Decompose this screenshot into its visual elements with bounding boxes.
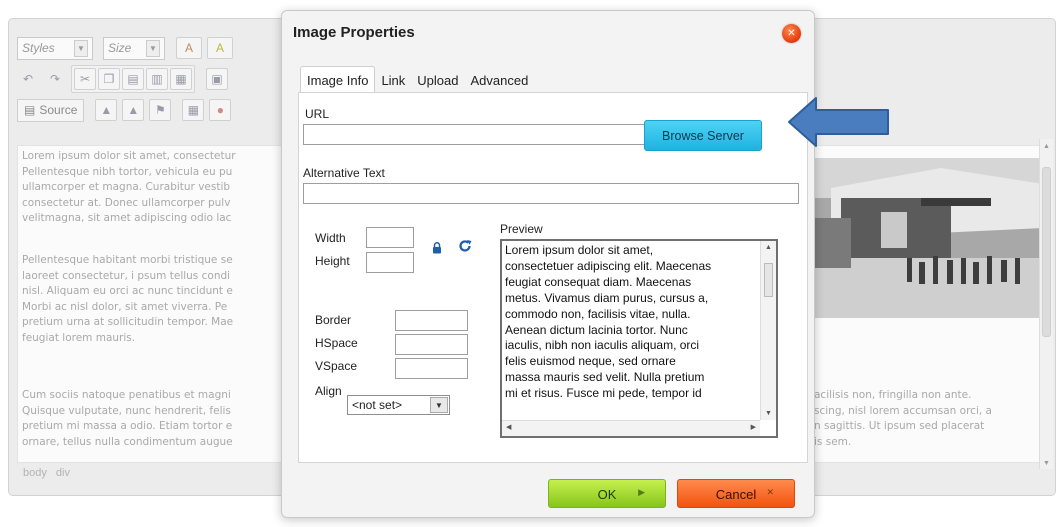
photo-scene-icon bbox=[811, 158, 1043, 318]
copy-icon[interactable]: ❐ bbox=[98, 68, 120, 90]
preview-text: Lorem ipsum dolor sit amet, consectetuer… bbox=[505, 243, 712, 401]
preview-label: Preview bbox=[500, 222, 543, 236]
hspace-input[interactable] bbox=[395, 334, 468, 355]
styles-combo[interactable]: Styles ▼ bbox=[17, 36, 93, 60]
close-icon: ✕ bbox=[766, 487, 774, 497]
cancel-button[interactable]: Cancel ✕ bbox=[677, 479, 795, 508]
chevron-down-icon: ▼ bbox=[74, 39, 88, 57]
border-label: Border bbox=[315, 313, 352, 327]
align-select-value: <not set> bbox=[352, 398, 403, 412]
clipboard-group: ✂ ❐ ▤ ▥ ▦ bbox=[71, 65, 195, 93]
paste-text-icon[interactable]: ▥ bbox=[146, 68, 168, 90]
scroll-left-icon[interactable]: ◀ bbox=[506, 423, 511, 431]
preview-vertical-scrollbar[interactable]: ▲ ▼ bbox=[760, 241, 776, 420]
scroll-up-icon[interactable]: ▲ bbox=[1043, 143, 1050, 150]
alternative-text-label: Alternative Text bbox=[303, 166, 385, 180]
text-color-icon[interactable]: A bbox=[176, 37, 202, 59]
smiley-icon[interactable]: ● bbox=[209, 99, 232, 121]
scroll-thumb[interactable] bbox=[764, 263, 773, 297]
browse-server-label: Browse Server bbox=[662, 128, 744, 143]
paste-icon[interactable]: ▤ bbox=[122, 68, 144, 90]
ok-button-label: OK bbox=[597, 487, 617, 502]
flag-icon[interactable]: ⚑ bbox=[149, 99, 172, 121]
find-icon[interactable]: ▣ bbox=[206, 68, 228, 90]
alternative-text-input[interactable] bbox=[303, 183, 799, 204]
align-select[interactable]: <not set> ▼ bbox=[347, 395, 450, 415]
flash-icon[interactable]: ▲ bbox=[122, 99, 145, 121]
width-label: Width bbox=[315, 231, 346, 245]
paste-word-icon[interactable]: ▦ bbox=[170, 68, 192, 90]
url-input[interactable] bbox=[303, 124, 651, 145]
tab-upload[interactable]: Upload bbox=[411, 67, 464, 93]
source-icon: ▤ bbox=[24, 103, 36, 117]
tab-advanced[interactable]: Advanced bbox=[465, 67, 535, 93]
dialog-title: Image Properties bbox=[293, 24, 415, 41]
vspace-label: VSpace bbox=[315, 359, 358, 373]
browse-server-button[interactable]: Browse Server bbox=[644, 120, 762, 151]
tab-link[interactable]: Link bbox=[375, 67, 411, 93]
styles-combo-label: Styles bbox=[22, 41, 55, 55]
tab-image-info[interactable]: Image Info bbox=[300, 66, 376, 93]
content-paragraph: Pellentesque habitant morbi tristique se… bbox=[22, 254, 234, 344]
chevron-down-icon[interactable]: ▼ bbox=[430, 397, 448, 413]
chevron-down-icon: ▼ bbox=[146, 39, 160, 57]
redo-icon[interactable]: ↷ bbox=[44, 68, 66, 90]
scroll-down-icon[interactable]: ▼ bbox=[1043, 460, 1050, 467]
reset-size-icon[interactable] bbox=[458, 239, 472, 253]
table-icon[interactable]: ▦ bbox=[182, 99, 205, 121]
ok-button[interactable]: OK ▶ bbox=[548, 479, 666, 508]
height-label: Height bbox=[315, 254, 350, 268]
cancel-button-label: Cancel bbox=[715, 487, 757, 502]
width-input[interactable] bbox=[366, 227, 414, 248]
image-properties-dialog: Image Properties ✕ Image Info Link Uploa… bbox=[281, 10, 815, 518]
border-input[interactable] bbox=[395, 310, 468, 331]
preview-box: Lorem ipsum dolor sit amet, consectetuer… bbox=[500, 239, 778, 438]
source-button-label: Source bbox=[39, 103, 78, 117]
lock-icon[interactable] bbox=[432, 242, 442, 254]
toolbar-row-2: ↶ ↷ ✂ ❐ ▤ ▥ ▦ ▣ bbox=[17, 65, 228, 93]
height-input[interactable] bbox=[366, 252, 414, 273]
scroll-thumb[interactable] bbox=[1042, 167, 1051, 337]
scroll-down-icon[interactable]: ▼ bbox=[765, 410, 772, 417]
align-label: Align bbox=[315, 384, 342, 398]
undo-icon[interactable]: ↶ bbox=[17, 68, 39, 90]
url-label: URL bbox=[305, 107, 330, 121]
elements-path[interactable]: body div bbox=[23, 467, 70, 479]
cut-icon[interactable]: ✂ bbox=[74, 68, 96, 90]
content-paragraph: Lorem ipsum dolor sit amet, consectetur … bbox=[22, 150, 236, 224]
content-paragraph: acilisis non, fringilla non ante. scing,… bbox=[814, 389, 992, 448]
toolbar-row-3: ▤ Source ▲ ▲ ⚑ ▦ ● bbox=[17, 97, 232, 123]
vspace-input[interactable] bbox=[395, 358, 468, 379]
background-color-icon[interactable]: A bbox=[207, 37, 233, 59]
source-button[interactable]: ▤ Source bbox=[17, 98, 85, 122]
toolbar-row-1: Styles ▼ Size ▼ A A bbox=[17, 35, 233, 61]
content-paragraph: Cum sociis natoque penatibus et magni Qu… bbox=[22, 389, 233, 448]
arrow-right-icon: ▶ bbox=[638, 487, 645, 497]
content-photo[interactable] bbox=[811, 158, 1043, 318]
hspace-label: HSpace bbox=[315, 336, 358, 350]
scroll-up-icon[interactable]: ▲ bbox=[765, 244, 772, 251]
preview-horizontal-scrollbar[interactable]: ◀ ▶ bbox=[502, 420, 760, 436]
image-icon[interactable]: ▲ bbox=[95, 99, 118, 121]
dialog-tabs: Image Info Link Upload Advanced bbox=[300, 66, 535, 93]
size-combo-label: Size bbox=[108, 41, 132, 55]
size-combo[interactable]: Size ▼ bbox=[103, 36, 165, 60]
annotation-arrow-icon bbox=[788, 97, 889, 147]
scroll-right-icon[interactable]: ▶ bbox=[751, 423, 756, 431]
close-icon[interactable]: ✕ bbox=[782, 24, 801, 43]
editor-scrollbar[interactable]: ▲ ▼ bbox=[1039, 139, 1053, 469]
